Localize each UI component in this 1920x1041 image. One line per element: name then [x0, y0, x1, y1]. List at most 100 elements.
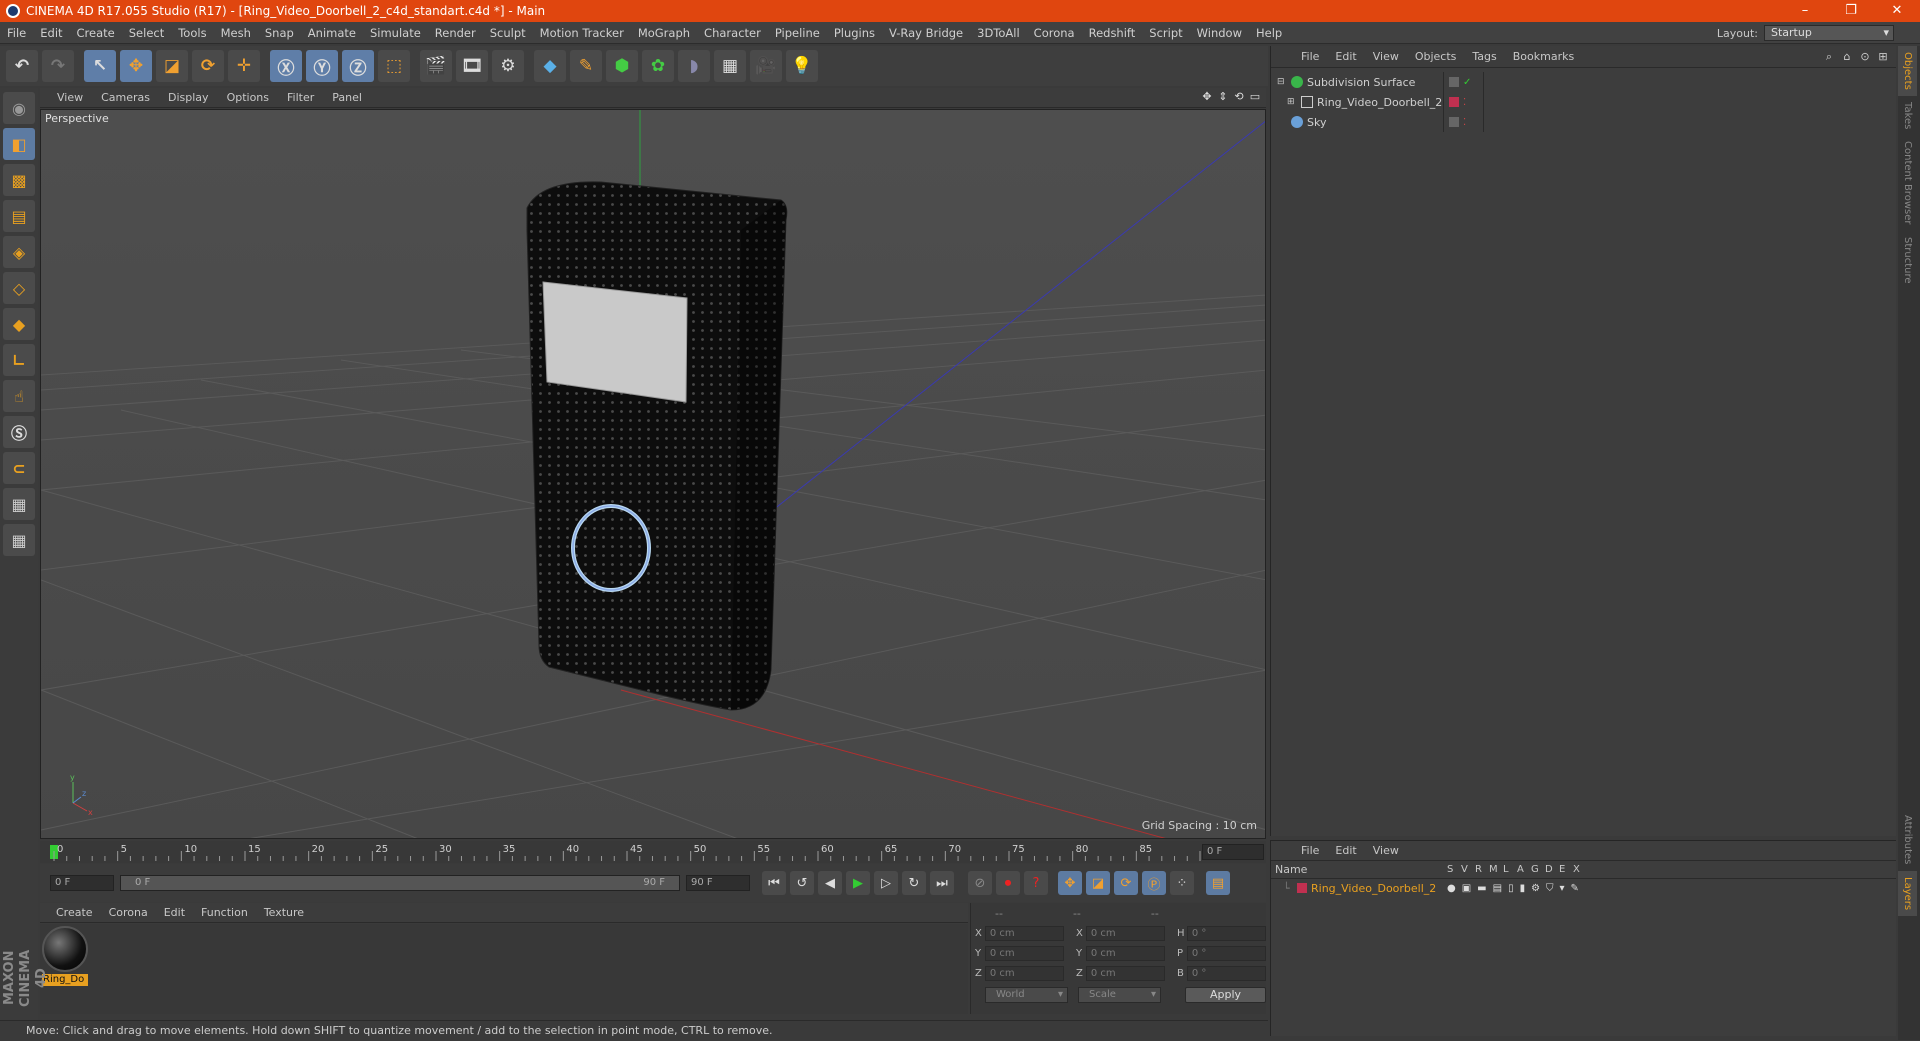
axis-mode-icon[interactable]: ∟	[3, 344, 35, 376]
doorbell-model[interactable]	[526, 181, 788, 711]
menu-mesh[interactable]: Mesh	[214, 22, 258, 44]
col-xref[interactable]: X	[1573, 864, 1581, 875]
end-frame-field[interactable]: 90 F	[686, 875, 750, 891]
col-deformers[interactable]: D	[1545, 864, 1553, 875]
key-scale-icon[interactable]: ◪	[1086, 871, 1110, 895]
camera-label[interactable]: Perspective	[45, 112, 109, 125]
material-thumbnail[interactable]	[42, 926, 88, 972]
layer-color-icon[interactable]	[1449, 96, 1459, 107]
autokeying-icon[interactable]: ?	[1024, 871, 1048, 895]
layout-dropdown[interactable]: Startup	[1764, 25, 1894, 41]
layer-name[interactable]: Ring_Video_Doorbell_2	[1311, 882, 1436, 895]
frame-range-slider[interactable]: 0 F 90 F	[120, 875, 680, 891]
live-selection-icon[interactable]: ↖	[84, 50, 116, 82]
cube-object-icon[interactable]: ◆	[534, 50, 566, 82]
key-rotation-icon[interactable]: ⟳	[1114, 871, 1138, 895]
workplane-mode-icon[interactable]: ▤	[3, 200, 35, 232]
viewport-menu-options[interactable]: Options	[218, 91, 278, 104]
layer-color-swatch[interactable]	[1297, 883, 1307, 893]
maximize-button[interactable]: ❐	[1828, 0, 1874, 22]
undo-icon[interactable]: ↶	[6, 50, 38, 82]
material-menu-create[interactable]: Create	[48, 906, 101, 919]
render-picture-viewer-icon[interactable]: 🎞	[456, 50, 488, 82]
menu-vray-bridge[interactable]: V-Ray Bridge	[882, 22, 970, 44]
camera-icon[interactable]: 🎥	[750, 50, 782, 82]
expand-icon[interactable]: ⊞	[1876, 50, 1890, 64]
menu-simulate[interactable]: Simulate	[363, 22, 428, 44]
menu-script[interactable]: Script	[1142, 22, 1189, 44]
material-menu-edit[interactable]: Edit	[156, 906, 193, 919]
coordinate-system-icon[interactable]: ⬚	[378, 50, 410, 82]
recent-tool-icon[interactable]: ✛	[228, 50, 260, 82]
layer-flags-icons[interactable]: ●▣▬▤▯▮⚙⛉▾✎	[1447, 883, 1585, 894]
tab-layers[interactable]: Layers	[1898, 870, 1917, 916]
menu-tools[interactable]: Tools	[171, 22, 213, 44]
cloner-icon[interactable]: ✿	[642, 50, 674, 82]
move-tool-icon[interactable]: ✥	[120, 50, 152, 82]
col-locked[interactable]: L	[1503, 864, 1511, 875]
tab-content-browser[interactable]: Content Browser	[1898, 135, 1917, 230]
solo-icon[interactable]: Ⓢ	[3, 416, 35, 448]
col-expressions[interactable]: E	[1559, 864, 1567, 875]
rot-h-field[interactable]: 0 °	[1186, 925, 1266, 941]
home-icon[interactable]: ⌂	[1840, 50, 1854, 64]
object-name[interactable]: Ring_Video_Doorbell_2	[1317, 96, 1442, 109]
menu-window[interactable]: Window	[1190, 22, 1249, 44]
toggle-view-icon[interactable]: ▭	[1248, 90, 1262, 104]
render-view-icon[interactable]: 🎬	[420, 50, 452, 82]
pos-y-field[interactable]: 0 cm	[984, 945, 1064, 961]
tweak-mode-icon[interactable]: ☝	[3, 380, 35, 412]
pos-x-field[interactable]: 0 cm	[984, 925, 1064, 941]
pin-icon[interactable]: ⊙	[1858, 50, 1872, 64]
col-render[interactable]: R	[1475, 864, 1483, 875]
edit-render-settings-icon[interactable]: ⚙	[492, 50, 524, 82]
start-frame-field[interactable]: 0 F	[50, 875, 114, 891]
om-menu-objects[interactable]: Objects	[1407, 50, 1465, 63]
y-axis-icon[interactable]: Ⓨ	[306, 50, 338, 82]
subdivision-surface-icon[interactable]: ⬢	[606, 50, 638, 82]
move-view-icon[interactable]: ⇕	[1216, 90, 1230, 104]
viewport-menu-filter[interactable]: Filter	[278, 91, 323, 104]
floor-icon[interactable]: ▦	[714, 50, 746, 82]
size-y-field[interactable]: 0 cm	[1085, 945, 1165, 961]
om-menu-view[interactable]: View	[1365, 50, 1407, 63]
coordinate-space-dropdown[interactable]: World	[985, 987, 1069, 1003]
viewport-menu-panel[interactable]: Panel	[323, 91, 371, 104]
key-point-level-icon[interactable]: ⁘	[1170, 871, 1194, 895]
om-menu-edit[interactable]: Edit	[1327, 50, 1364, 63]
lm-menu-edit[interactable]: Edit	[1327, 844, 1364, 857]
menu-pipeline[interactable]: Pipeline	[768, 22, 827, 44]
tab-objects[interactable]: Objects	[1898, 46, 1917, 96]
om-menu-bookmarks[interactable]: Bookmarks	[1505, 50, 1582, 63]
lm-menu-view[interactable]: View	[1365, 844, 1407, 857]
menu-redshift[interactable]: Redshift	[1082, 22, 1143, 44]
menu-motion-tracker[interactable]: Motion Tracker	[533, 22, 631, 44]
object-row-sky[interactable]: Sky ⁚	[1271, 112, 1897, 132]
redo-icon[interactable]: ↷	[42, 50, 74, 82]
key-position-icon[interactable]: ✥	[1058, 871, 1082, 895]
expand-child-icon[interactable]: ⊞	[1287, 97, 1295, 107]
z-axis-icon[interactable]: Ⓩ	[342, 50, 374, 82]
light-icon[interactable]: 💡	[786, 50, 818, 82]
next-frame-icon[interactable]: ▷	[874, 871, 898, 895]
object-row-doorbell[interactable]: ⊞ Ring_Video_Doorbell_2 ⁚	[1271, 92, 1897, 112]
pan-view-icon[interactable]: ✥	[1200, 90, 1214, 104]
size-z-field[interactable]: 0 cm	[1085, 965, 1165, 981]
col-solo[interactable]: S	[1447, 864, 1455, 875]
model-mode-icon[interactable]: ◧	[3, 128, 35, 160]
menu-select[interactable]: Select	[122, 22, 171, 44]
key-parameter-icon[interactable]: Ⓟ	[1142, 871, 1166, 895]
col-manager[interactable]: M	[1489, 864, 1498, 875]
current-frame-field[interactable]: 0 F	[1202, 844, 1264, 860]
texture-mode-icon[interactable]: ▩	[3, 164, 35, 196]
col-view[interactable]: V	[1461, 864, 1469, 875]
collapse-icon[interactable]: ⊟	[1277, 77, 1285, 87]
tab-attributes[interactable]: Attributes	[1898, 809, 1917, 870]
rotate-tool-icon[interactable]: ⟳	[192, 50, 224, 82]
snap-magnet-icon[interactable]: ⊂	[3, 452, 35, 484]
keyframe-selection-icon[interactable]: ⊘	[968, 871, 992, 895]
make-editable-icon[interactable]: ◉	[3, 92, 35, 124]
object-name[interactable]: Sky	[1307, 116, 1326, 129]
menu-file[interactable]: File	[0, 22, 33, 44]
points-mode-icon[interactable]: ◈	[3, 236, 35, 268]
